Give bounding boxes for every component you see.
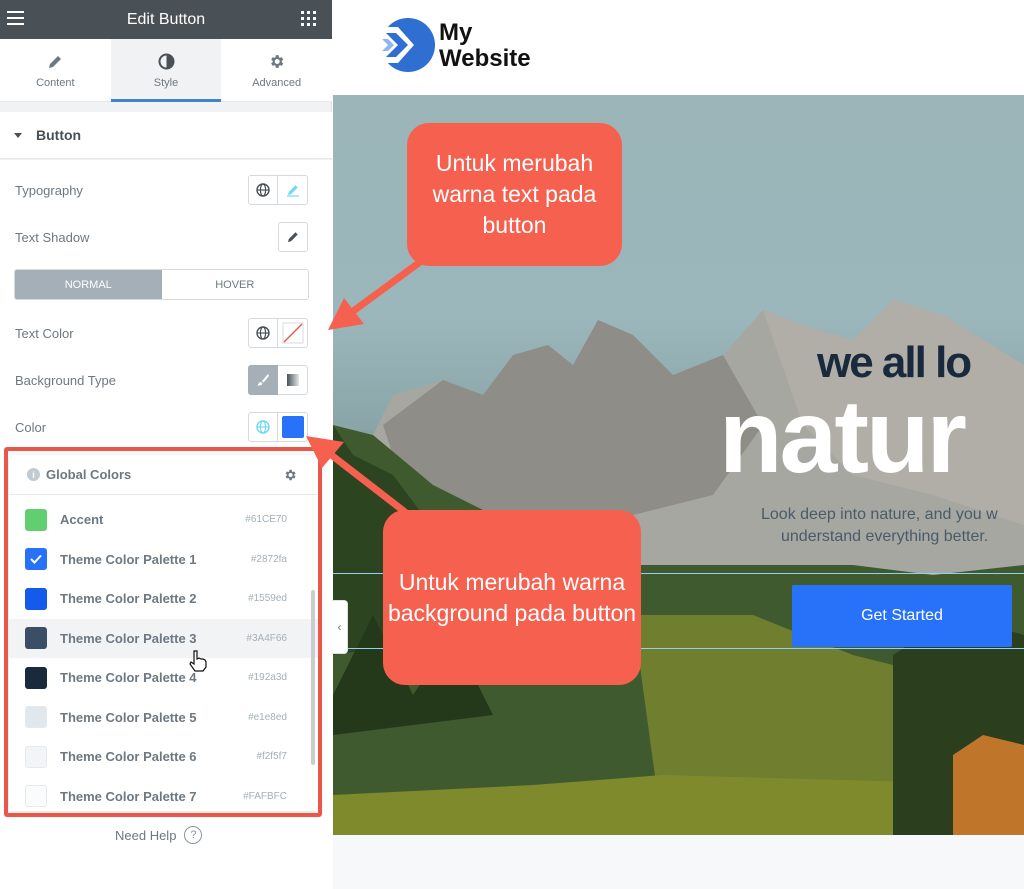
callout-background-color: Untuk merubah warna background pada butt… [383,510,641,685]
pointer-cursor-icon [188,650,208,677]
screen: Edit Button Content Style Advanced Butto… [0,0,1024,889]
callout-text-color: Untuk merubah warna text pada button [407,123,622,266]
